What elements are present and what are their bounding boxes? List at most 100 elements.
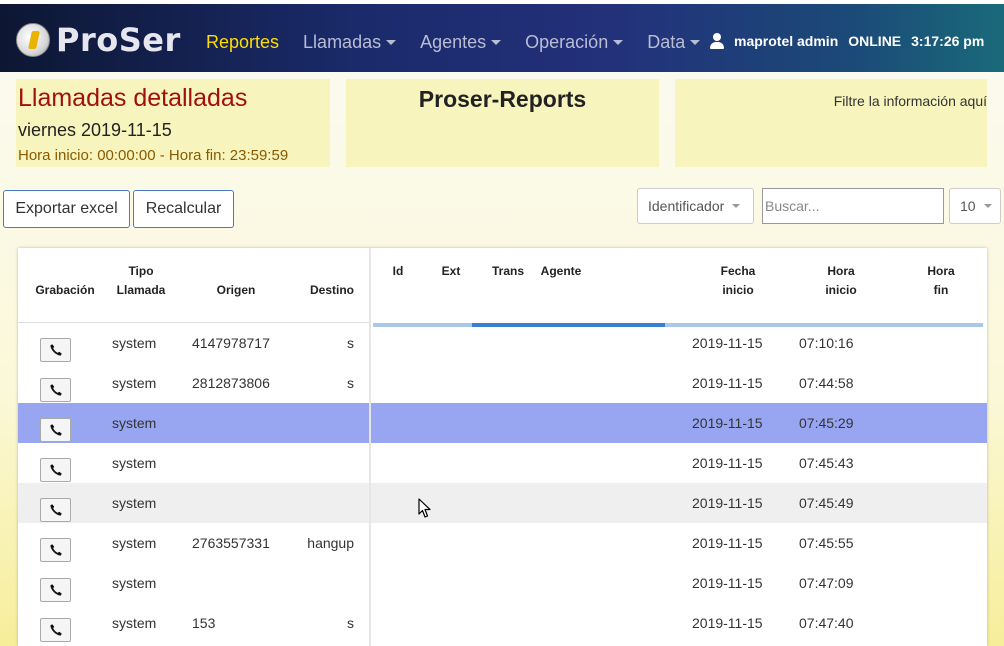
frozen-column-divider [369,248,371,646]
header-fecha-inicio[interactable]: Fecha inicio [708,262,768,300]
cell-origen: 2763557331 [192,535,270,551]
cell-fecha-inicio: 2019-11-15 [692,495,763,511]
nav-item-agentes[interactable]: Agentes [420,32,502,53]
cell-fecha-inicio: 2019-11-15 [692,535,763,551]
cell-hora-inicio: 07:47:09 [799,575,854,591]
chevron-down-icon [613,40,624,45]
identifier-select-value: Identificador [648,198,725,214]
header-tipo-line2: Llamada [116,283,166,297]
user-icon [710,33,724,49]
chevron-down-icon [732,204,741,208]
cell-destino [306,403,354,443]
cell-hora-inicio: 07:45:29 [799,415,854,431]
nav-item-label: Llamadas [303,32,382,52]
user-area[interactable]: maprotel admin ONLINE 3:17:26 pm [710,33,994,49]
nav-item-data[interactable]: Data [647,32,701,53]
cell-hora-inicio: 07:45:43 [799,455,854,471]
report-hours: Hora inicio: 00:00:00 - Hora fin: 23:59:… [18,147,289,164]
header-ext[interactable]: Ext [438,262,464,281]
phone-icon[interactable] [40,578,71,602]
calls-table: Grabación Tipo Llamada Origen Destino Id… [18,248,987,646]
mouse-cursor-icon [418,498,431,518]
table-row[interactable]: system 2019-11-15 07:45:43 [18,443,987,483]
page-size-value: 10 [960,198,976,214]
brand-name: ProSer [56,21,181,59]
phone-icon[interactable] [40,378,71,402]
table-row[interactable]: system 4147978717 s 2019-11-15 07:10:16 [18,323,987,363]
clock-time: 3:17:26 pm [911,33,985,49]
cell-destino: s [347,615,354,631]
table-row[interactable]: system 2763557331 hangup 2019-11-15 07:45:55 [18,523,987,563]
phone-icon[interactable] [40,618,71,642]
nav-item-label: Reportes [206,32,280,52]
table-row[interactable]: system 2019-11-15 07:47:09 [18,563,987,603]
header-trans[interactable]: Trans [488,262,528,281]
cell-hora-inicio: 07:45:49 [799,495,854,511]
phone-icon[interactable] [40,458,71,482]
chevron-down-icon [983,204,992,208]
cell-fecha-inicio: 2019-11-15 [692,455,763,471]
header-tipo-line1: Tipo [128,264,154,278]
chevron-down-icon [690,40,701,45]
header-destino[interactable]: Destino [300,281,364,300]
cell-origen: 2812873806 [192,375,270,391]
cell-destino [306,483,354,523]
filter-hint: Filtre la información aquí [833,93,987,109]
cell-destino [306,563,354,603]
nav-item-label: Operación [525,32,609,52]
page-size-select[interactable]: 10 [949,188,1001,224]
identifier-select[interactable]: Identificador [637,188,754,224]
cell-hora-inicio: 07:10:16 [799,335,854,351]
cell-origen: 153 [192,615,216,631]
phone-icon[interactable] [40,418,71,442]
app-title-panel: Proser-Reports [346,79,659,167]
status-badge: ONLINE [848,33,902,49]
table-row[interactable]: system 2812873806 s 2019-11-15 07:44:58 [18,363,987,403]
cell-tipo: system [112,415,157,431]
cell-tipo: system [112,495,157,511]
brand[interactable]: ProSer [16,21,181,59]
header-fecha-line1: Fecha [720,264,756,278]
chevron-down-icon [491,40,502,45]
cell-fecha-inicio: 2019-11-15 [692,575,763,591]
recalculate-button[interactable]: Recalcular [133,190,234,228]
header-hora-inicio-line1: Hora [827,264,855,278]
header-origen[interactable]: Origen [203,281,269,300]
header-hora-inicio[interactable]: Hora inicio [811,262,871,300]
phone-icon[interactable] [40,538,71,562]
table-row[interactable]: system 2019-11-15 07:45:49 [18,483,987,523]
cell-tipo: system [112,375,157,391]
header-id[interactable]: Id [388,262,408,281]
cell-hora-inicio: 07:47:40 [799,615,854,631]
report-date: viernes 2019-11-15 [18,120,172,140]
nav-item-operacion[interactable]: Operación [525,32,624,53]
phone-icon[interactable] [40,498,71,522]
header-hora-fin[interactable]: Hora fin [911,262,971,300]
nav-item-label: Data [647,32,686,52]
nav-item-label: Agentes [420,32,487,52]
header-grabacion[interactable]: Grabación [26,281,104,300]
cell-destino: hangup [307,535,354,551]
phone-icon[interactable] [40,338,71,362]
cell-fecha-inicio: 2019-11-15 [692,415,763,431]
user-name: maprotel admin [734,33,839,49]
header-agente[interactable]: Agente [538,262,584,281]
cell-tipo: system [112,535,157,551]
cell-fecha-inicio: 2019-11-15 [692,335,763,351]
header-tipo[interactable]: Tipo Llamada [106,262,176,300]
header-hora-inicio-line2: inicio [825,283,857,297]
table-row[interactable]: system 153 s 2019-11-15 07:47:40 [18,603,987,643]
navbar: ProSer Reportes Llamadas Agentes Operaci… [0,4,1004,72]
chevron-down-icon [386,40,397,45]
filter-panel[interactable]: Filtre la información aquí [675,79,987,167]
nav-menu: Reportes Llamadas Agentes Operación Data [206,32,724,53]
table-row[interactable]: system 2019-11-15 07:45:29 [18,403,987,443]
cell-destino: s [347,375,354,391]
nav-item-llamadas[interactable]: Llamadas [303,32,397,53]
export-excel-button[interactable]: Exportar excel [3,190,130,228]
cell-tipo: system [112,615,157,631]
nav-item-reportes[interactable]: Reportes [206,32,279,53]
report-info-panel: Llamadas detalladas viernes 2019-11-15 H… [16,79,330,167]
cell-tipo: system [112,335,157,351]
search-input[interactable] [762,188,944,224]
